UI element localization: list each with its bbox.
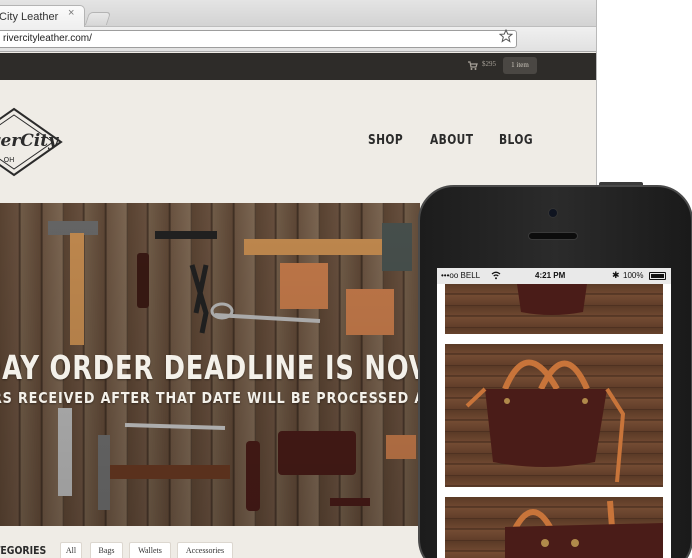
- product-card-1[interactable]: [445, 284, 663, 334]
- battery-percent: 100%: [623, 271, 644, 280]
- phone-screen: •••oo BELL 4:21 PM ✱ 100%: [437, 268, 671, 558]
- url-text: rivercityleather.com/: [3, 33, 92, 44]
- product-photo-2: [465, 359, 626, 483]
- product-photo-3: [505, 500, 663, 558]
- hero-banner[interactable]: DAY ORDER DEADLINE IS NOVEM RS RECEIVED …: [0, 203, 420, 526]
- wifi-icon: [491, 271, 501, 280]
- store-top-bar: $295 1 item: [0, 53, 596, 80]
- phone-camera: [548, 208, 558, 218]
- product-card-2[interactable]: [445, 344, 663, 487]
- cart-icon[interactable]: [468, 61, 478, 71]
- carrier-label: •••oo BELL: [441, 271, 481, 280]
- category-bags[interactable]: Bags: [90, 542, 123, 558]
- category-wallets[interactable]: Wallets: [129, 542, 171, 558]
- bluetooth-icon: ✱: [612, 270, 620, 280]
- logo-sub: OH: [4, 156, 15, 164]
- nav-shop[interactable]: SHOP: [368, 133, 403, 148]
- product-photo-1: [517, 284, 587, 315]
- hero-subline: RS RECEIVED AFTER THAT DATE WILL BE PROC…: [0, 389, 420, 407]
- browser-toolbar: rivercityleather.com/: [0, 27, 596, 52]
- logo-wordmark: RiverCity: [0, 131, 59, 151]
- hero-headline: DAY ORDER DEADLINE IS NOVEM: [0, 348, 420, 387]
- address-bar[interactable]: rivercityleather.com/: [0, 30, 517, 48]
- nav-about[interactable]: ABOUT: [430, 133, 473, 148]
- categories-label: TEGORIES: [0, 544, 47, 557]
- cart-total[interactable]: $295: [482, 60, 496, 68]
- category-accessories[interactable]: Accessories: [177, 542, 233, 558]
- river-city-logo[interactable]: RiverCity OH: [0, 106, 64, 178]
- product-card-3[interactable]: [445, 497, 663, 558]
- status-time: 4:21 PM: [535, 271, 566, 280]
- cart-count-badge[interactable]: 1 item: [503, 57, 537, 74]
- nav-blog[interactable]: BLOG: [499, 133, 533, 148]
- new-tab-button[interactable]: [84, 12, 112, 25]
- star-icon[interactable]: [499, 29, 513, 43]
- category-all[interactable]: All: [60, 542, 82, 558]
- tab-title: City Leather: [0, 11, 59, 23]
- status-bar: •••oo BELL 4:21 PM ✱ 100%: [437, 268, 671, 284]
- tab-bar: City Leather ×: [0, 0, 596, 28]
- close-tab-icon[interactable]: ×: [68, 8, 78, 19]
- battery-icon: [649, 272, 666, 280]
- phone-speaker: [528, 232, 578, 240]
